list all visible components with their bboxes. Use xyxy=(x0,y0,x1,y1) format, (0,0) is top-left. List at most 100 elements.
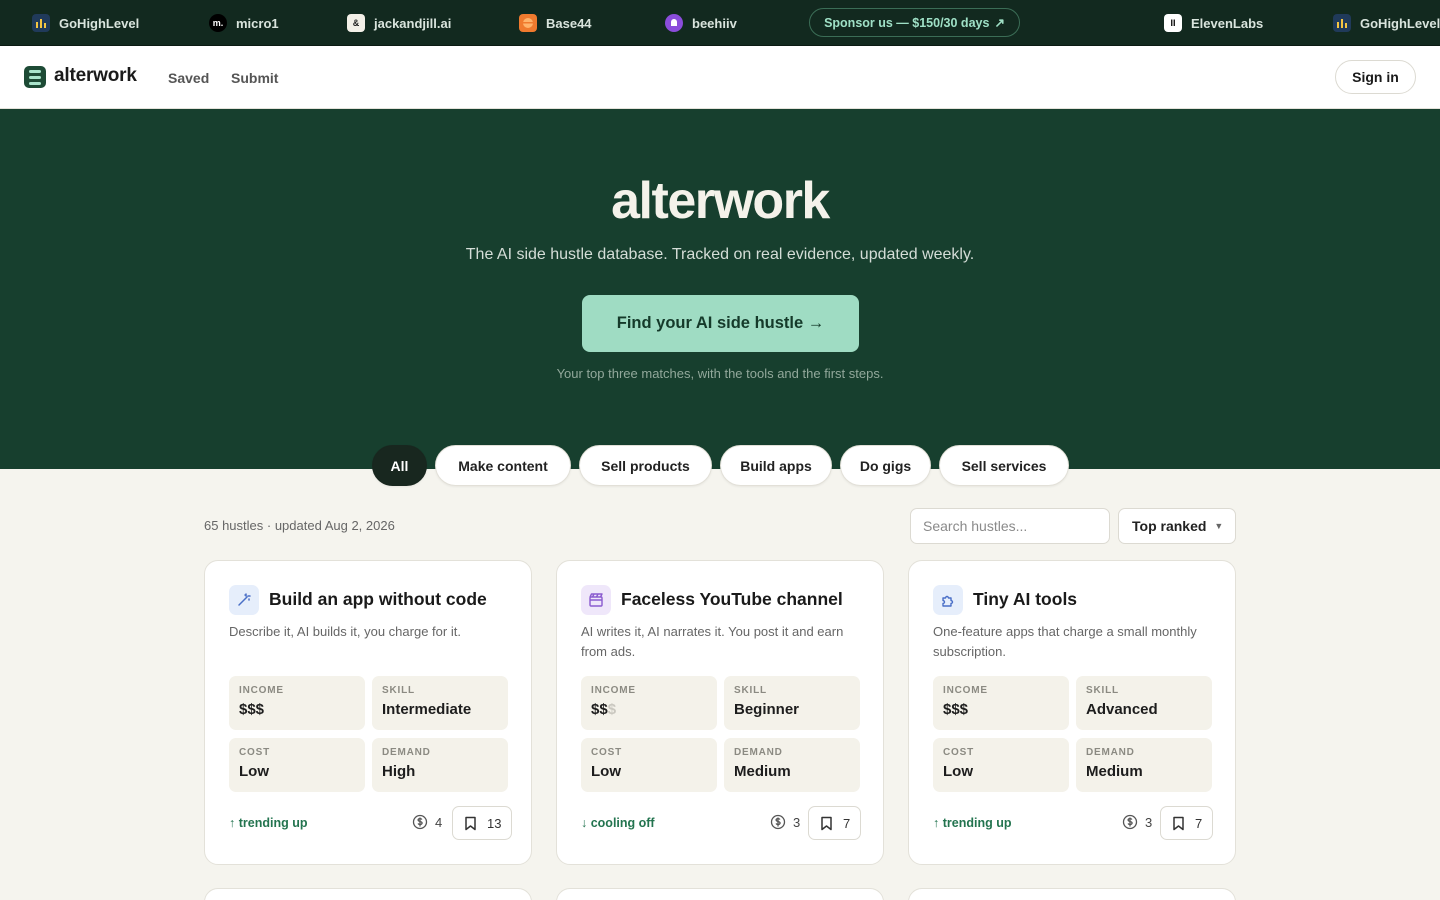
sort-select[interactable]: Top ranked ▼ xyxy=(1118,508,1236,544)
stat-value: Beginner xyxy=(734,701,800,718)
elevenlabs-logo-icon: II xyxy=(1164,14,1182,32)
top-nav: alterwork Saved Submit Sign in xyxy=(0,46,1440,109)
stat-demand: DEMAND Medium xyxy=(724,738,860,792)
save-count: 7 xyxy=(1195,815,1203,831)
arrow-up-right-icon: ↗ xyxy=(994,16,1005,30)
puzzle-icon xyxy=(933,585,963,615)
stat-label: INCOME xyxy=(239,685,284,696)
clapperboard-icon xyxy=(581,585,611,615)
hero-note: Your top three matches, with the tools a… xyxy=(556,366,884,381)
bookmark-icon xyxy=(821,816,832,830)
bookmark-icon xyxy=(465,816,476,830)
stat-value: Intermediate xyxy=(382,701,472,718)
stat-label: SKILL xyxy=(382,685,415,696)
find-hustle-button[interactable]: Find your AI side hustle → xyxy=(582,295,859,352)
sponsor-name: beehiiv xyxy=(692,15,737,31)
trend-indicator: ↑ trending up xyxy=(933,816,1012,830)
save-count: 13 xyxy=(487,815,502,831)
filter-chip-make-content[interactable]: Make content xyxy=(435,445,571,486)
stat-label: DEMAND xyxy=(734,747,783,758)
sponsor-name: GoHighLevel xyxy=(59,15,140,31)
hero-title: alterwork xyxy=(611,172,830,230)
tool-count: 3 xyxy=(1122,814,1152,830)
trend-indicator: ↑ trending up xyxy=(229,816,308,830)
hustle-card-partial[interactable] xyxy=(908,888,1236,900)
magic-wand-icon xyxy=(229,585,259,615)
stat-income: INCOME $$$ xyxy=(933,676,1069,730)
save-count: 7 xyxy=(843,815,851,831)
card-title: Tiny AI tools xyxy=(973,589,1078,609)
stat-value: Medium xyxy=(734,763,791,780)
filter-chip-do-gigs[interactable]: Do gigs xyxy=(840,445,931,486)
gohighlevel-logo-icon xyxy=(32,14,50,32)
hustle-count: 65 hustles · updated Aug 2, 2026 xyxy=(204,518,395,533)
bookmark-icon xyxy=(1173,816,1184,830)
hustle-card-partial[interactable] xyxy=(556,888,884,900)
card-description: Describe it, AI builds it, you charge fo… xyxy=(229,624,461,639)
stat-label: DEMAND xyxy=(1086,747,1135,758)
sponsor-name: ElevenLabs xyxy=(1191,15,1264,31)
hero: alterwork The AI side hustle database. T… xyxy=(0,109,1440,469)
filter-chip-build-apps[interactable]: Build apps xyxy=(720,445,832,486)
sponsor-jackandjill[interactable]: & jackandjill.ai xyxy=(347,0,451,45)
save-button[interactable]: 13 xyxy=(452,806,513,840)
sponsor-name: Base44 xyxy=(546,15,592,31)
stat-demand: DEMAND High xyxy=(372,738,508,792)
hustle-card[interactable]: Tiny AI tools One-feature apps that char… xyxy=(908,560,1236,865)
card-title: Build an app without code xyxy=(269,589,487,609)
nav-link-submit[interactable]: Submit xyxy=(231,70,278,86)
stat-skill: SKILL Intermediate xyxy=(372,676,508,730)
sponsor-cta-label: Sponsor us — $150/30 days xyxy=(824,15,990,30)
base44-logo-icon xyxy=(519,14,537,32)
filter-chip-sell-services[interactable]: Sell services xyxy=(939,445,1069,486)
search-input[interactable] xyxy=(910,508,1110,544)
dollar-coin-icon xyxy=(1122,814,1138,830)
stat-label: COST xyxy=(591,747,622,758)
chevron-down-icon: ▼ xyxy=(1214,521,1224,531)
stat-value: $$$ xyxy=(591,701,617,718)
stat-label: DEMAND xyxy=(382,747,431,758)
brand-name[interactable]: alterwork xyxy=(54,65,137,87)
sponsor-beehiiv[interactable]: beehiiv xyxy=(665,0,737,45)
stat-demand: DEMAND Medium xyxy=(1076,738,1212,792)
sponsor-gohighlevel-2[interactable]: GoHighLevel xyxy=(1333,0,1440,45)
sponsor-base44[interactable]: Base44 xyxy=(519,0,592,45)
hustle-card[interactable]: Faceless YouTube channel AI writes it, A… xyxy=(556,560,884,865)
sponsor-name: micro1 xyxy=(236,15,279,31)
jackandjill-logo-icon: & xyxy=(347,14,365,32)
sort-value: Top ranked xyxy=(1132,518,1207,534)
beehiiv-logo-icon xyxy=(665,14,683,32)
hustle-card-partial[interactable] xyxy=(204,888,532,900)
stat-value: $$$ xyxy=(943,701,969,718)
save-button[interactable]: 7 xyxy=(1160,806,1214,840)
micro1-logo-icon: m. xyxy=(209,14,227,32)
stat-value: Advanced xyxy=(1086,701,1158,718)
stat-value: High xyxy=(382,763,416,780)
trend-indicator: ↓ cooling off xyxy=(581,816,655,830)
stat-cost: COST Low xyxy=(229,738,365,792)
stat-value: Low xyxy=(943,763,973,780)
hustle-card[interactable]: Build an app without code Describe it, A… xyxy=(204,560,532,865)
stat-cost: COST Low xyxy=(581,738,717,792)
stat-value: Low xyxy=(239,763,269,780)
sponsor-micro1[interactable]: m. micro1 xyxy=(209,0,279,45)
nav-link-saved[interactable]: Saved xyxy=(168,70,209,86)
tool-count: 4 xyxy=(412,814,442,830)
dollar-coin-icon xyxy=(770,814,786,830)
card-description: One-feature apps that charge a small mon… xyxy=(933,624,1197,659)
stat-value: Low xyxy=(591,763,621,780)
alterwork-logo-icon[interactable] xyxy=(24,66,46,88)
sign-in-button[interactable]: Sign in xyxy=(1335,60,1416,94)
stat-skill: SKILL Beginner xyxy=(724,676,860,730)
stat-label: COST xyxy=(239,747,270,758)
save-button[interactable]: 7 xyxy=(808,806,862,840)
stat-label: SKILL xyxy=(1086,685,1119,696)
filter-chip-all[interactable]: All xyxy=(372,445,427,486)
stat-label: INCOME xyxy=(943,685,988,696)
stat-income: INCOME $$$ xyxy=(581,676,717,730)
sponsor-gohighlevel[interactable]: GoHighLevel xyxy=(32,0,140,45)
sponsor-us-link[interactable]: Sponsor us — $150/30 days ↗ xyxy=(809,8,1020,37)
stat-label: INCOME xyxy=(591,685,636,696)
filter-chip-sell-products[interactable]: Sell products xyxy=(579,445,712,486)
sponsor-elevenlabs[interactable]: II ElevenLabs xyxy=(1164,0,1264,45)
